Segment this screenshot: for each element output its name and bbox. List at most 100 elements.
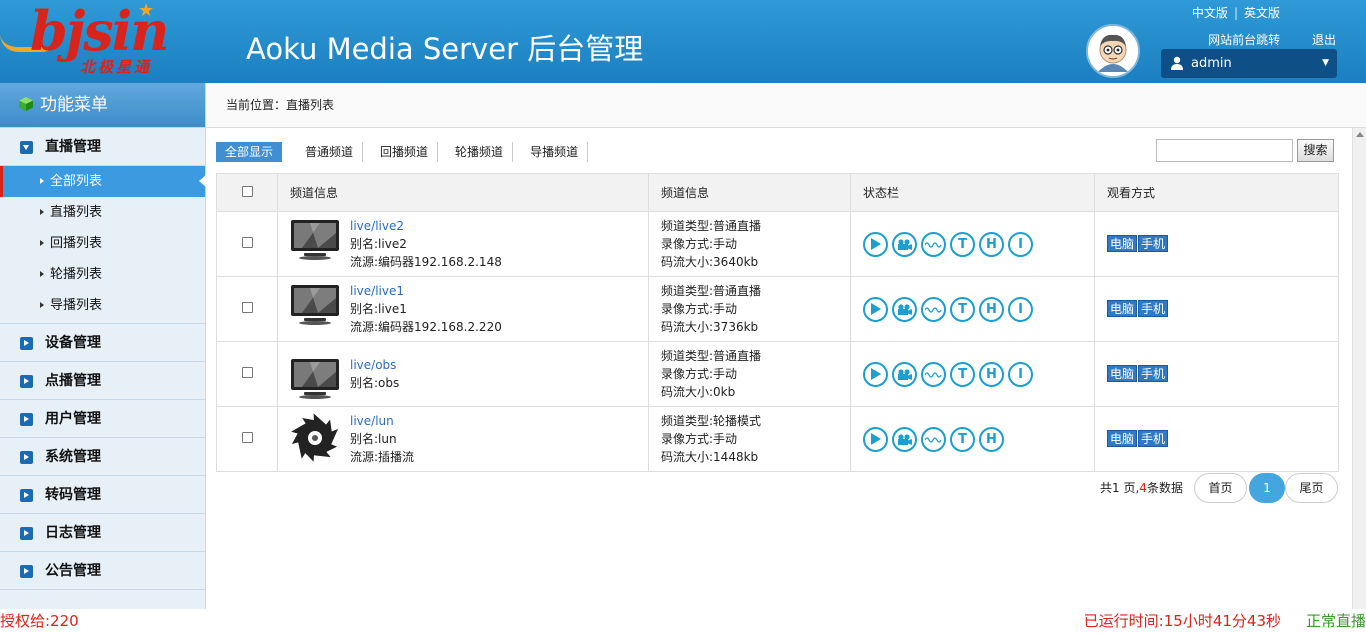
logo-star-icon: ★ (138, 0, 155, 21)
filter-all[interactable]: 全部显示 (216, 142, 283, 162)
wave-icon[interactable] (921, 426, 946, 452)
sidebar-group-device[interactable]: 设备管理 (0, 324, 205, 362)
filter-carousel[interactable]: 轮播频道 (446, 142, 514, 162)
h-icon[interactable]: H (979, 231, 1004, 257)
watch-pc-button[interactable]: 电脑 (1107, 235, 1138, 252)
t-icon[interactable]: T (950, 296, 975, 322)
table-row: live/live1 别名:live1 流源:编码器192.168.2.220 频道类… (216, 276, 1339, 342)
t-icon[interactable]: T (950, 231, 975, 257)
sidebar-group-system[interactable]: 系统管理 (0, 438, 205, 476)
select-all-cell (216, 173, 278, 212)
status-cell: TH (850, 406, 1095, 472)
search-input[interactable] (1156, 139, 1293, 162)
breadcrumb: 当前位置：直播列表 (206, 83, 1366, 128)
channel-name-link[interactable]: live/live1 (350, 282, 648, 300)
sidebar-group-logs[interactable]: 日志管理 (0, 514, 205, 552)
watch-pc-button[interactable]: 电脑 (1107, 430, 1138, 447)
channel-type: 频道类型:普通直播 (661, 284, 762, 298)
scrollbar[interactable] (1352, 128, 1366, 609)
sidebar-group-notice[interactable]: 公告管理 (0, 552, 205, 590)
wave-icon[interactable] (921, 231, 946, 257)
sidebar-item-carousel-list[interactable]: 轮播列表 (0, 259, 205, 290)
camera-icon[interactable] (892, 361, 917, 387)
sidebar-item-label: 回播列表 (50, 236, 103, 251)
pagination: 共1 页,4条数据 首页 1 尾页 (1100, 473, 1338, 503)
h-icon[interactable]: H (979, 296, 1004, 322)
channel-table: 频道信息 频道信息 状态栏 观看方式 live/live2 别名:live2 流源:… (216, 173, 1339, 472)
play-icon[interactable] (863, 296, 888, 322)
wave-icon[interactable] (921, 361, 946, 387)
sidebar-group-transcode[interactable]: 转码管理 (0, 476, 205, 514)
camera-icon[interactable] (892, 296, 917, 322)
sidebar-group-vod[interactable]: 点播管理 (0, 362, 205, 400)
wave-icon[interactable] (921, 296, 946, 322)
play-icon[interactable] (863, 361, 888, 387)
row-checkbox[interactable] (241, 367, 253, 378)
scroll-up-icon[interactable] (1356, 132, 1364, 137)
page-1-button[interactable]: 1 (1249, 473, 1285, 503)
channel-name-link[interactable]: live/obs (350, 356, 648, 374)
play-icon[interactable] (863, 426, 888, 452)
lang-english-link[interactable]: 英文版 (1244, 6, 1280, 20)
row-checkbox[interactable] (241, 237, 253, 248)
h-icon[interactable]: H (979, 361, 1004, 387)
sidebar-item-live-list[interactable]: 直播列表 (0, 197, 205, 228)
channel-meta-cell: 频道类型:普通直播 录像方式:手动 码流大小:3640kb (648, 211, 851, 277)
channel-info-cell: live/lun 别名:lun 流源:插播流 (277, 406, 649, 472)
avatar-face-icon (1088, 26, 1138, 76)
last-page-button[interactable]: 尾页 (1285, 473, 1338, 503)
channel-info-cell: live/live2 别名:live2 流源:编码器192.168.2.148 (277, 211, 649, 277)
i-icon[interactable]: I (1008, 231, 1033, 257)
first-page-button[interactable]: 首页 (1194, 473, 1247, 503)
i-icon[interactable]: I (1008, 296, 1033, 322)
filter-director[interactable]: 导播频道 (521, 142, 589, 162)
watch-mobile-button[interactable]: 手机 (1138, 430, 1169, 447)
frontend-link[interactable]: 网站前台跳转 (1208, 33, 1280, 47)
search-button[interactable]: 搜索 (1297, 139, 1334, 162)
watch-pc-button[interactable]: 电脑 (1107, 300, 1138, 317)
table-row: live/lun 别名:lun 流源:插播流 频道类型:轮播模式 录像方式:手动 码流大小… (216, 406, 1339, 472)
expand-toggle-icon (20, 141, 33, 154)
t-icon[interactable]: T (950, 426, 975, 452)
channel-name-link[interactable]: live/lun (350, 412, 648, 430)
camera-icon[interactable] (892, 426, 917, 452)
sidebar-item-replay-list[interactable]: 回播列表 (0, 228, 205, 259)
play-icon[interactable] (863, 231, 888, 257)
column-header: 观看方式 (1094, 173, 1339, 212)
channel-alias: 别名:lun (350, 432, 397, 446)
lang-chinese-link[interactable]: 中文版 (1192, 6, 1228, 20)
cube-icon (19, 97, 33, 111)
app-title: Aoku Media Server 后台管理 (246, 32, 644, 66)
channel-meta-cell: 频道类型:轮播模式 录像方式:手动 码流大小:1448kb (648, 406, 851, 472)
channel-name-link[interactable]: live/live2 (350, 217, 648, 235)
watch-mobile-button[interactable]: 手机 (1138, 300, 1169, 317)
sidebar-group-live[interactable]: 直播管理 (0, 128, 205, 166)
camera-icon[interactable] (892, 231, 917, 257)
i-icon[interactable]: I (1008, 361, 1033, 387)
h-icon[interactable]: H (979, 426, 1004, 452)
logout-link[interactable]: 退出 (1312, 33, 1336, 47)
record-mode: 录像方式:手动 (661, 432, 738, 446)
status-cell: THI (850, 341, 1095, 407)
sidebar-group-label: 转码管理 (45, 487, 101, 503)
sidebar-group-users[interactable]: 用户管理 (0, 400, 205, 438)
user-dropdown[interactable]: admin ▼ (1161, 49, 1337, 78)
select-all-checkbox[interactable] (241, 185, 253, 197)
t-icon[interactable]: T (950, 361, 975, 387)
sidebar-item-label: 导播列表 (50, 298, 103, 313)
row-check-cell (216, 406, 278, 472)
channel-alias: 别名:live2 (350, 237, 407, 251)
watch-pc-button[interactable]: 电脑 (1107, 365, 1138, 382)
row-checkbox[interactable] (241, 432, 253, 443)
filter-replay[interactable]: 回播频道 (371, 142, 439, 162)
watch-mobile-button[interactable]: 手机 (1138, 235, 1169, 252)
filter-normal[interactable]: 普通频道 (296, 142, 364, 162)
watch-mobile-button[interactable]: 手机 (1138, 365, 1169, 382)
sidebar-group-label: 设备管理 (45, 335, 101, 351)
avatar[interactable] (1086, 24, 1140, 78)
sidebar-item-director-list[interactable]: 导播列表 (0, 290, 205, 321)
sidebar-item-all-list[interactable]: 全部列表 (0, 166, 206, 197)
uptime-info: 已运行时间:15小时41分43秒 (1083, 612, 1281, 630)
chevron-down-icon: ▼ (1322, 58, 1329, 68)
row-checkbox[interactable] (241, 302, 253, 313)
